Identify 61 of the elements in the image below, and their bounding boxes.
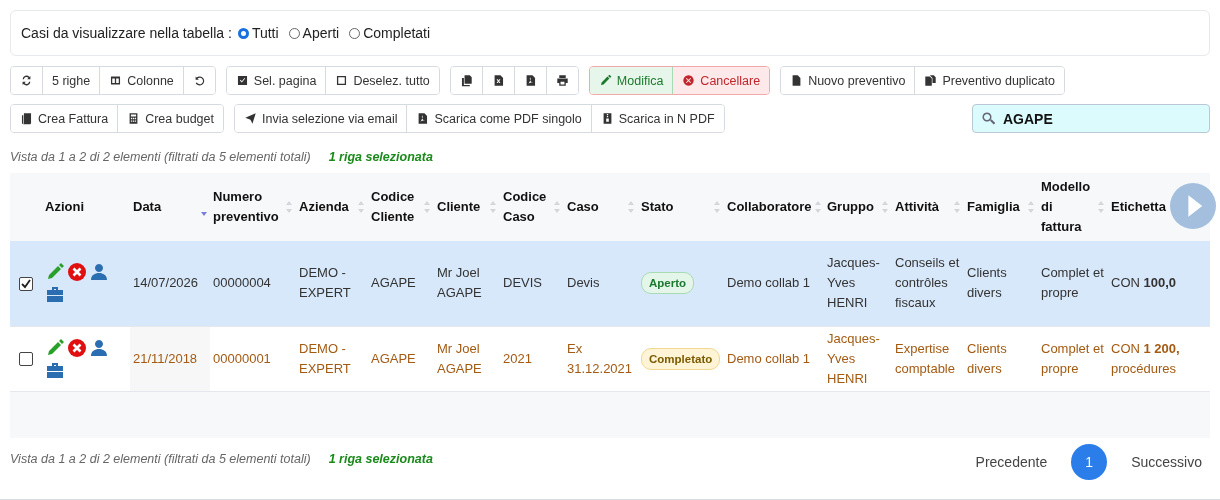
table-cell: Demo collab 1 — [727, 275, 811, 291]
new-quote-button[interactable]: Nuovo preventivo — [781, 67, 916, 94]
table-cell: Complet et propre — [1041, 340, 1104, 376]
table-cell: DEVIS — [503, 275, 542, 291]
column-header[interactable]: Caso — [567, 197, 599, 217]
radio-option[interactable]: Aperti — [288, 25, 340, 41]
table-cell: Ex 31.12.2021 — [567, 340, 633, 376]
column-header[interactable]: Codice Caso — [503, 187, 551, 227]
table-cell: Clients divers — [967, 265, 1007, 301]
page-button[interactable]: 1 — [1071, 443, 1108, 480]
results-info: Vista da 1 a 2 di 2 elementi (filtrati da 5 elementi totali) — [10, 451, 311, 466]
table-cell: AGAPE — [371, 275, 416, 291]
selection-count: 1 riga selezionata — [328, 451, 433, 466]
create-invoice-button[interactable]: Crea Fattura — [11, 105, 119, 132]
selection-count: 1 riga selezionata — [328, 150, 433, 164]
table-cell: Demo collab 1 — [727, 350, 811, 366]
table-cell: DEMO - EXPERT — [299, 340, 351, 376]
table-cell: Expertise comptable — [895, 340, 955, 376]
table-cell: 00000004 — [213, 275, 271, 291]
column-header[interactable]: Azienda — [299, 197, 349, 217]
table-cell: Complet et propre — [1041, 265, 1104, 301]
next-page-button[interactable]: Successivo — [1123, 447, 1210, 476]
table-cell: CON 100,0 — [1111, 275, 1177, 291]
table-cell: 00000001 — [213, 350, 271, 366]
column-header[interactable]: Numero preventivo — [213, 187, 283, 227]
table-cell: CON 1 200, procédures — [1111, 340, 1180, 376]
column-header[interactable]: Etichetta — [1111, 197, 1166, 217]
email-button[interactable]: Invia selezione via email — [235, 105, 408, 132]
radio-option[interactable]: Tutti — [237, 25, 279, 41]
radio-option[interactable]: Completati — [349, 25, 431, 41]
table-cell: 2021 — [503, 350, 532, 366]
delete-button[interactable]: Cancellare — [673, 67, 770, 94]
column-header: Azioni — [45, 199, 84, 214]
table-cell: 14/07/2026 — [133, 275, 199, 291]
table-cell: DEMO - EXPERT — [299, 265, 351, 301]
table-cell: AGAPE — [371, 350, 416, 366]
search-field[interactable]: AGAPE — [972, 104, 1210, 133]
previous-page-button[interactable]: Precedente — [967, 447, 1056, 476]
column-header[interactable]: Famiglia — [967, 197, 1020, 217]
table-cell: Mr Joel AGAPE — [437, 265, 482, 301]
column-header[interactable]: Gruppo — [827, 197, 874, 217]
column-header[interactable]: Data — [133, 197, 162, 217]
table-cell: Jacques-Yves HENRI — [827, 255, 880, 311]
results-info: Vista da 1 a 2 di 2 elementi (filtrati da 5 elementi totali) — [10, 150, 311, 164]
table-cell: 21/11/2018 — [133, 350, 198, 366]
table-cell: Clients divers — [967, 340, 1007, 376]
column-header[interactable]: Stato — [641, 197, 674, 217]
column-header[interactable]: Attività — [895, 197, 940, 217]
table-cell: Conseils et contrôles fiscaux — [895, 255, 960, 311]
table-cell: Mr Joel AGAPE — [437, 340, 482, 376]
column-header[interactable]: Cliente — [437, 197, 481, 217]
column-header[interactable]: Codice Cliente — [371, 187, 421, 227]
column-header[interactable]: Collaboratore — [727, 197, 812, 217]
filter-label: Casi da visualizzare nella tabella : — [21, 25, 232, 41]
edit-button[interactable]: Modifica — [589, 67, 674, 94]
column-header[interactable]: Modello di fattura — [1041, 177, 1095, 237]
select-page-button[interactable]: Sel. pagina — [226, 67, 327, 94]
table-cell: Devis — [567, 275, 600, 291]
status-badge: Completato — [641, 347, 721, 370]
status-badge: Aperto — [641, 272, 695, 295]
table-cell: Jacques-Yves HENRI — [827, 330, 880, 386]
